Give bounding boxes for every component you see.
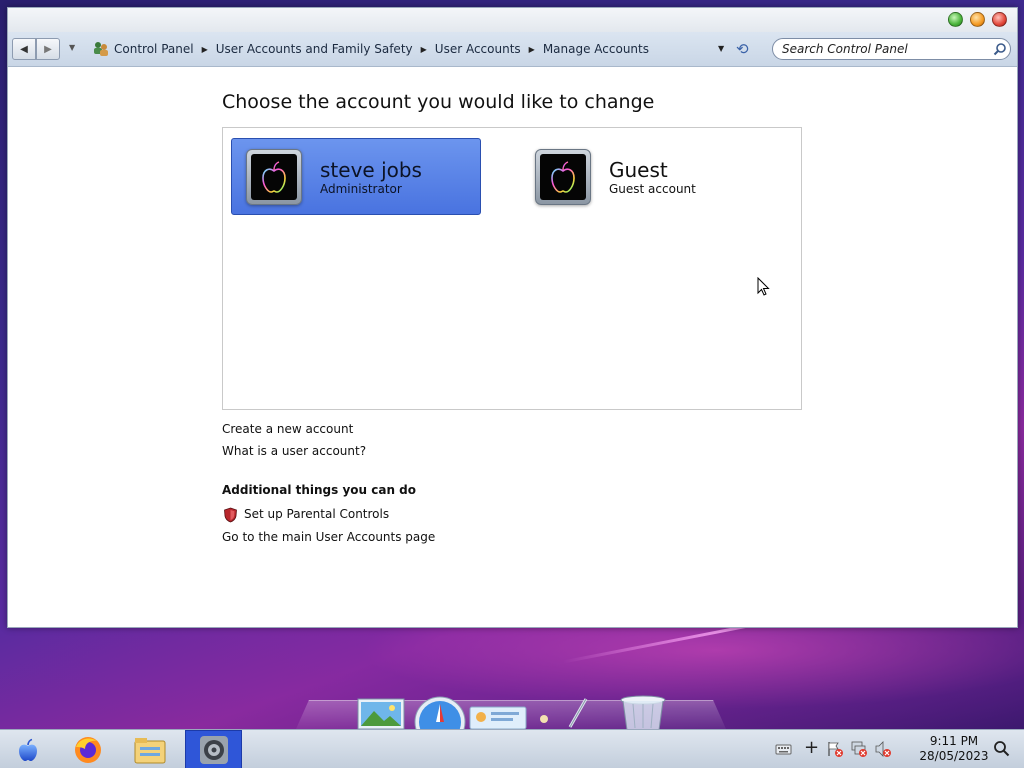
breadcrumb-control-panel[interactable]: Control Panel — [114, 42, 194, 56]
history-dropdown-icon[interactable]: ▼ — [69, 43, 75, 52]
breadcrumb-user-accounts[interactable]: User Accounts — [435, 42, 521, 56]
start-button[interactable] — [5, 730, 51, 768]
refresh-icon[interactable]: ⟲ — [736, 40, 749, 58]
avatar — [246, 148, 302, 205]
clock-date: 28/05/2023 — [919, 749, 989, 763]
search-icon[interactable] — [993, 740, 1010, 757]
pen-icon[interactable] — [534, 697, 594, 729]
additional-things-heading: Additional things you can do — [222, 483, 417, 497]
volume-muted-icon[interactable] — [874, 740, 892, 758]
network-error-icon[interactable] — [850, 740, 868, 758]
minimize-button[interactable] — [970, 12, 985, 27]
control-panel-window: ◀ ▶ ▼ Control Panel ▶ User Accounts and … — [7, 7, 1018, 628]
clock[interactable]: 9:11 PM 28/05/2023 — [912, 734, 996, 764]
main-user-accounts-link[interactable]: Go to the main User Accounts page — [222, 530, 435, 544]
search-icon[interactable] — [993, 42, 1007, 56]
mouse-cursor-icon — [757, 277, 770, 296]
parental-controls-link[interactable]: Set up Parental Controls — [244, 507, 389, 521]
back-button[interactable]: ◀ — [12, 38, 36, 60]
arrow-left-icon: ◀ — [20, 43, 28, 55]
firefox-button[interactable] — [65, 730, 111, 768]
apple-logo-icon — [262, 160, 286, 193]
breadcrumb-manage-accounts[interactable]: Manage Accounts — [543, 42, 649, 56]
keyboard-icon[interactable] — [775, 742, 792, 756]
safari-icon[interactable] — [414, 696, 466, 729]
navigation-bar: ◀ ▶ ▼ Control Panel ▶ User Accounts and … — [8, 32, 1017, 67]
system-preferences-button[interactable] — [185, 730, 242, 768]
address-dropdown-icon[interactable]: ▼ — [718, 44, 724, 53]
breadcrumb-separator-icon[interactable]: ▶ — [202, 45, 208, 54]
forward-button[interactable]: ▶ — [36, 38, 60, 60]
clock-time: 9:11 PM — [929, 734, 979, 748]
what-is-account-link[interactable]: What is a user account? — [222, 444, 366, 458]
window-controls — [948, 12, 1007, 27]
account-role: Administrator — [320, 181, 402, 196]
account-name: Guest — [609, 157, 668, 182]
maximize-button[interactable] — [948, 12, 963, 27]
main-content: Choose the account you would like to cha… — [8, 67, 1017, 627]
close-button[interactable] — [992, 12, 1007, 27]
shield-icon — [224, 507, 237, 523]
file-explorer-icon — [134, 737, 166, 763]
trash-icon[interactable] — [618, 694, 668, 730]
system-preferences-icon — [199, 735, 228, 764]
breadcrumb-separator-icon[interactable]: ▶ — [421, 45, 427, 54]
breadcrumb-separator-icon[interactable]: ▶ — [529, 45, 535, 54]
file-explorer-button[interactable] — [127, 730, 173, 768]
page-title: Choose the account you would like to cha… — [222, 91, 655, 113]
search-input[interactable] — [772, 38, 1011, 60]
create-account-link[interactable]: Create a new account — [222, 422, 353, 436]
account-name: steve jobs — [320, 157, 422, 182]
avatar — [535, 148, 591, 205]
control-panel-icon — [94, 42, 108, 56]
taskbar: + 9:11 PM 28/05/2023 — [0, 729, 1024, 768]
title-bar[interactable] — [8, 8, 1017, 32]
accounts-list: steve jobs Administrator Guest Guest acc… — [222, 127, 802, 410]
apple-logo-icon — [551, 160, 575, 193]
id-card-icon[interactable] — [469, 706, 527, 730]
breadcrumb-user-accounts-family-safety[interactable]: User Accounts and Family Safety — [216, 42, 413, 56]
account-role: Guest account — [609, 181, 696, 196]
apple-icon — [19, 738, 37, 761]
photo-icon[interactable] — [356, 697, 406, 730]
flag-error-icon[interactable] — [826, 740, 844, 758]
account-tile-guest[interactable]: Guest Guest account — [521, 138, 771, 215]
breadcrumb: Control Panel ▶ User Accounts and Family… — [114, 42, 649, 56]
plus-icon[interactable]: + — [804, 737, 819, 758]
arrow-right-icon: ▶ — [44, 43, 52, 55]
firefox-icon — [75, 736, 101, 763]
account-tile-steve-jobs[interactable]: steve jobs Administrator — [231, 138, 481, 215]
